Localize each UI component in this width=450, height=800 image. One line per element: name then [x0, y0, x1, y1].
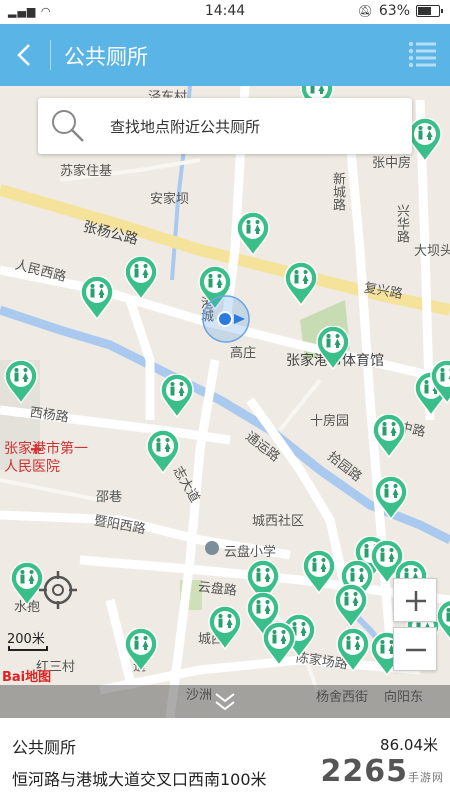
toilet-pin-icon[interactable]: [408, 118, 442, 162]
current-location-icon: [202, 295, 250, 343]
battery-icon: [416, 5, 443, 17]
map-scale-bar: [8, 646, 48, 651]
result-card[interactable]: 公共厕所 86.04米 恒河路与港城大道交叉口西南100米 2265手游网: [0, 718, 450, 800]
toilet-pin-icon[interactable]: [208, 606, 242, 650]
map-label-hospital: 张家港市第一人民医院: [4, 441, 88, 475]
mute-icon: 🔕︎: [357, 4, 373, 18]
map-label-zhangzhongfang: 张中房: [372, 156, 412, 171]
watermark-logo: 2265手游网: [321, 754, 445, 789]
result-distance: 86.04米: [380, 736, 438, 754]
map-label-yunpan-school: 云盘小学: [224, 545, 277, 560]
map-label-yunpan-road: 云盘路: [197, 579, 238, 599]
chevron-down-double-icon: [215, 693, 235, 711]
header-divider: [50, 40, 51, 70]
battery-percent: 63%: [378, 3, 410, 19]
toilet-pin-icon[interactable]: [316, 326, 350, 370]
result-name: 公共厕所: [12, 738, 77, 757]
toilet-pin-icon[interactable]: [334, 584, 368, 628]
map-label-xincheng-road: 新城路: [330, 172, 345, 211]
map-label-anjiaba: 安家坝: [150, 192, 190, 207]
search-icon: [52, 110, 84, 142]
search-box[interactable]: 查找地点附近公共厕所: [38, 98, 412, 154]
watermark-main: 2265: [320, 754, 408, 789]
locate-target-icon[interactable]: [38, 570, 78, 610]
map-label-chengxi: 城西社区: [252, 514, 305, 529]
zoom-out-button[interactable]: [393, 627, 437, 671]
status-bar: ▂▄▆ ◠ 14:44 🔕︎ 63%: [0, 0, 450, 24]
watermark-sub: 手游网: [408, 771, 444, 784]
zoom-in-button[interactable]: [393, 578, 437, 622]
map-label-xingfu-road: 兴华路: [394, 204, 409, 243]
map-label-dabashi: 大坝头: [414, 244, 450, 259]
map-label-sujiazhuang: 苏家住基: [60, 164, 113, 179]
search-placeholder: 查找地点附近公共厕所: [110, 118, 261, 136]
toilet-pin-icon[interactable]: [336, 628, 370, 672]
toilet-pin-icon[interactable]: [124, 256, 158, 300]
map-label-bugang: 邵巷: [96, 490, 123, 505]
toilet-pin-icon[interactable]: [302, 550, 336, 594]
toilet-pin-icon[interactable]: [436, 600, 450, 644]
minus-icon: [406, 648, 426, 652]
plus-icon: [406, 591, 426, 611]
toilet-pin-icon[interactable]: [284, 262, 318, 306]
list-menu-icon[interactable]: [408, 40, 438, 68]
toilet-pin-icon[interactable]: [374, 476, 408, 520]
toilet-pin-icon[interactable]: [124, 628, 158, 672]
page-title: 公共厕所: [64, 45, 148, 69]
toilet-pin-icon[interactable]: [160, 374, 194, 418]
toilet-pin-icon[interactable]: [262, 622, 296, 666]
toilet-pin-icon[interactable]: [372, 414, 406, 458]
panel-toggle[interactable]: [0, 685, 450, 718]
app-header: 公共厕所: [0, 24, 450, 86]
toilet-pin-icon[interactable]: [146, 430, 180, 474]
map-view[interactable]: 泾东村 苏家住基 安家坝 张杨公路 人民西路 高庄 张家港市体育馆 西杨路 张家…: [0, 86, 450, 718]
battery-level: [418, 7, 431, 15]
toilet-pin-icon[interactable]: [80, 276, 114, 320]
back-arrow-icon[interactable]: [14, 40, 36, 70]
toilet-pin-icon[interactable]: [236, 212, 270, 256]
map-scale-label: 200米: [7, 632, 45, 647]
toilet-pin-icon[interactable]: [4, 360, 38, 404]
map-label-gaozhuang: 高庄: [230, 346, 257, 361]
map-label-shifangyuan: 十房园: [310, 414, 350, 429]
toilet-pin-icon[interactable]: [430, 360, 450, 404]
baidu-map-logo: Bai地图: [2, 670, 52, 685]
result-address: 恒河路与港城大道交叉口西南100米: [12, 770, 267, 789]
